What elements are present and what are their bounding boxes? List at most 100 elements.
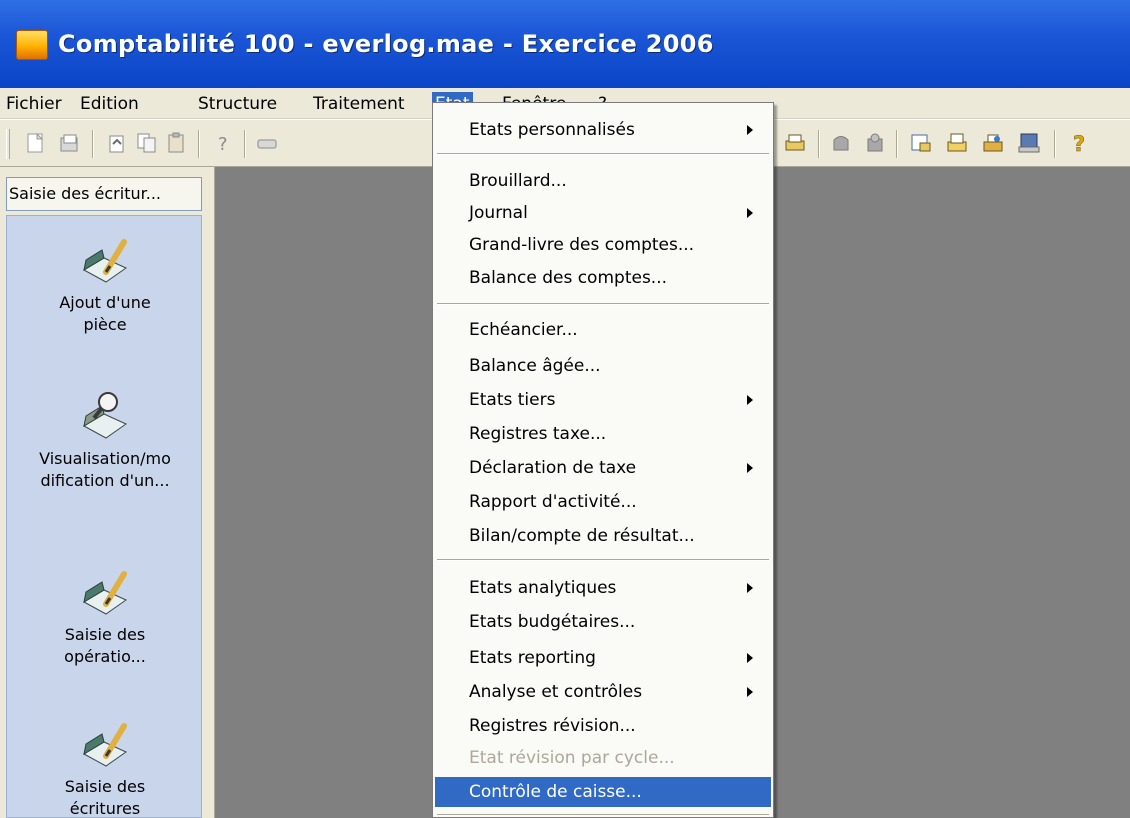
menu-item-etats-tiers[interactable]: Etats tiers <box>435 385 771 415</box>
menu-item-label: Balance âgée... <box>469 356 601 376</box>
toolbar-separator <box>1054 130 1056 158</box>
menu-fichier[interactable]: Fichier <box>6 92 62 116</box>
entry-operations-icon <box>82 571 128 615</box>
shortcut-label: Saisie des <box>64 625 146 644</box>
panel-header[interactable]: Saisie des écritur... <box>6 177 202 211</box>
window-title: Comptabilité 100 - everlog.mae - Exercic… <box>58 30 714 58</box>
menu-item-balance-agee[interactable]: Balance âgée... <box>435 351 771 381</box>
save-icon[interactable] <box>56 130 82 156</box>
entry-writings-icon <box>82 723 128 767</box>
menu-item-label: Journal <box>469 203 528 223</box>
menu-separator <box>437 153 769 155</box>
menu-item-grand-livre[interactable]: Grand-livre des comptes... <box>435 230 771 260</box>
shortcut-saisie-operations[interactable]: Saisie des opératio... <box>7 564 203 668</box>
menu-item-label: Balance des comptes... <box>469 268 668 288</box>
menu-item-etats-budgetaires[interactable]: Etats budgétaires... <box>435 607 771 637</box>
menu-item-label: Rapport d'activité... <box>469 492 637 512</box>
menu-item-label: Contrôle de caisse... <box>469 782 642 802</box>
toolbar-separator <box>198 130 200 158</box>
toolbar-separator <box>244 130 246 158</box>
svg-text:?: ? <box>218 134 228 155</box>
menu-item-registres-taxe[interactable]: Registres taxe... <box>435 419 771 449</box>
menu-item-label: Etats tiers <box>469 390 556 410</box>
submenu-arrow-icon <box>747 653 753 663</box>
report-icon[interactable] <box>862 130 888 156</box>
menu-item-label: Registres révision... <box>469 716 636 736</box>
menu-item-label: Déclaration de taxe <box>469 458 637 478</box>
export-icon[interactable] <box>908 130 934 156</box>
shortcut-ajout-piece[interactable]: Ajout d'une pièce <box>7 232 203 336</box>
menu-item-balance-comptes[interactable]: Balance des comptes... <box>435 263 771 293</box>
shortcut-label: Saisie des <box>64 777 146 796</box>
menu-item-etats-personnalises[interactable]: Etats personnalisés <box>435 115 771 145</box>
shortcut-list: Ajout d'une pièce Visualisation/mo dific… <box>6 215 202 818</box>
menu-item-label: Grand-livre des comptes... <box>469 235 695 255</box>
submenu-arrow-icon <box>747 583 753 593</box>
menu-item-bilan[interactable]: Bilan/compte de résultat... <box>435 521 771 551</box>
submenu-arrow-icon <box>747 395 753 405</box>
toolbar-separator <box>896 130 898 158</box>
menu-item-analyse-controles[interactable]: Analyse et contrôles <box>435 677 771 707</box>
toolbar-separator <box>92 130 94 158</box>
menu-item-controle-caisse[interactable]: Contrôle de caisse... <box>435 777 771 807</box>
menu-item-registres-revision[interactable]: Registres révision... <box>435 711 771 741</box>
shortcut-label: Ajout d'une <box>59 293 151 312</box>
shortcut-label: pièce <box>83 315 127 334</box>
menu-item-echeancier[interactable]: Echéancier... <box>435 315 771 345</box>
folder-icon[interactable] <box>254 130 280 156</box>
shortcut-label: dification d'un... <box>40 471 170 490</box>
etat-dropdown-menu: Etats personnalisés Brouillard... Journa… <box>432 102 774 818</box>
submenu-arrow-icon <box>747 687 753 697</box>
svg-text:?: ? <box>1073 132 1085 156</box>
menu-item-label: Etat révision par cycle... <box>469 748 675 768</box>
open-icon[interactable] <box>104 130 130 156</box>
shortcut-saisie-ecritures[interactable]: Saisie des écritures <box>7 716 203 818</box>
menu-item-label: Brouillard... <box>469 171 567 191</box>
submenu-arrow-icon <box>747 208 753 218</box>
menu-item-label: Bilan/compte de résultat... <box>469 526 695 546</box>
menu-item-etat-revision-cycle: Etat révision par cycle... <box>435 743 771 773</box>
menu-item-label: Etats budgétaires... <box>469 612 636 632</box>
print-preview-icon[interactable] <box>980 130 1006 156</box>
menu-item-label: Analyse et contrôles <box>469 682 643 702</box>
menu-structure[interactable]: Structure <box>198 92 277 116</box>
title-bar[interactable]: Comptabilité 100 - everlog.mae - Exercic… <box>0 0 1130 88</box>
menu-separator <box>437 814 769 816</box>
menu-separator <box>437 559 769 561</box>
submenu-arrow-icon <box>747 463 753 473</box>
help-cursor-icon[interactable]: ? <box>210 130 236 156</box>
menu-item-label: Registres taxe... <box>469 424 607 444</box>
menu-item-label: Etats analytiques <box>469 578 617 598</box>
paste-icon[interactable] <box>164 130 190 156</box>
menu-item-label: Echéancier... <box>469 320 578 340</box>
menu-item-journal[interactable]: Journal <box>435 198 771 228</box>
new-document-icon[interactable] <box>22 130 48 156</box>
toolbar-separator <box>818 130 820 158</box>
menu-item-declaration-taxe[interactable]: Déclaration de taxe <box>435 453 771 483</box>
shortcut-visualisation[interactable]: Visualisation/mo dification d'un... <box>7 388 203 492</box>
toolbar-grip[interactable] <box>6 129 10 159</box>
menu-separator <box>437 303 769 305</box>
submenu-arrow-icon <box>747 125 753 135</box>
help-icon[interactable]: ? <box>1066 130 1092 156</box>
add-piece-icon <box>82 239 128 283</box>
menu-item-etats-reporting[interactable]: Etats reporting <box>435 643 771 673</box>
menu-item-label: Etats reporting <box>469 648 596 668</box>
app-icon[interactable] <box>16 30 48 60</box>
menu-item-brouillard[interactable]: Brouillard... <box>435 166 771 196</box>
printer-doc-icon[interactable] <box>944 130 970 156</box>
view-modify-icon <box>82 392 128 439</box>
menu-item-etats-analytiques[interactable]: Etats analytiques <box>435 573 771 603</box>
shortcut-label: Visualisation/mo <box>39 449 171 468</box>
shortcut-label: écritures <box>69 799 141 818</box>
menu-traitement[interactable]: Traitement <box>313 92 405 116</box>
disabled-document-icon[interactable] <box>828 130 854 156</box>
printer-icon[interactable] <box>782 130 808 156</box>
shortcut-label: opératio... <box>64 647 146 666</box>
menu-item-rapport-activite[interactable]: Rapport d'activité... <box>435 487 771 517</box>
terminal-icon[interactable] <box>1016 130 1042 156</box>
menu-edition[interactable]: Edition <box>80 92 139 116</box>
copy-icon[interactable] <box>134 130 160 156</box>
shortcut-panel: Saisie des écritur... Ajout d'une pièce … <box>0 167 215 818</box>
menu-item-label: Etats personnalisés <box>469 120 635 140</box>
